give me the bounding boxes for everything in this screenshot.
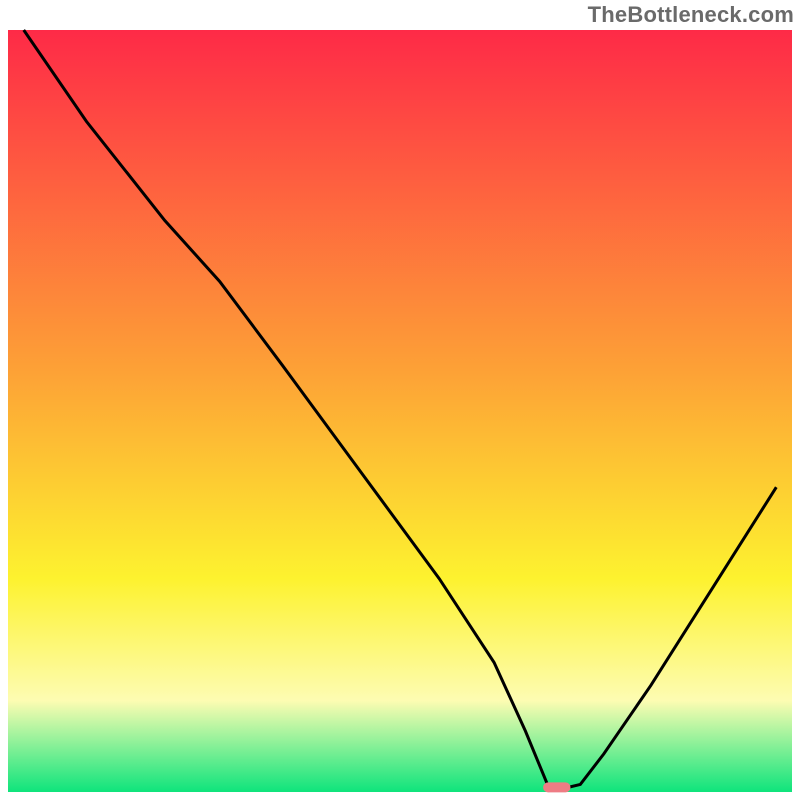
bottleneck-chart: TheBottleneck.com (0, 0, 800, 800)
plot-area (8, 30, 792, 792)
chart-svg (0, 0, 800, 800)
optimum-marker (543, 782, 570, 792)
plot-background (8, 30, 792, 792)
watermark-text: TheBottleneck.com (588, 2, 794, 28)
